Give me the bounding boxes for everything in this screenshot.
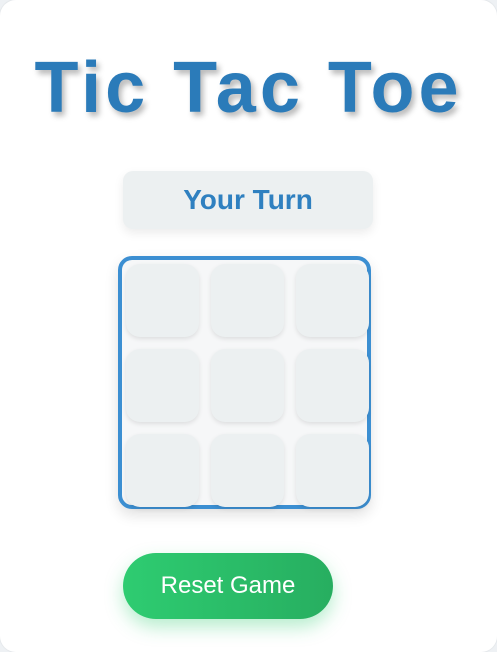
game-card: Tic Tac Toe Your Turn Reset Game xyxy=(0,0,497,652)
board-cell-1[interactable] xyxy=(126,264,199,337)
board-cell-4[interactable] xyxy=(126,349,199,422)
board-cell-6[interactable] xyxy=(296,349,369,422)
board-cell-9[interactable] xyxy=(296,434,369,507)
turn-status: Your Turn xyxy=(123,171,373,229)
board-cell-5[interactable] xyxy=(211,349,284,422)
board-grid xyxy=(126,264,371,509)
game-board xyxy=(118,256,371,509)
reset-game-button[interactable]: Reset Game xyxy=(123,553,333,619)
board-cell-8[interactable] xyxy=(211,434,284,507)
board-cell-7[interactable] xyxy=(126,434,199,507)
page-title: Tic Tac Toe xyxy=(34,48,463,128)
board-cell-3[interactable] xyxy=(296,264,369,337)
board-cell-2[interactable] xyxy=(211,264,284,337)
